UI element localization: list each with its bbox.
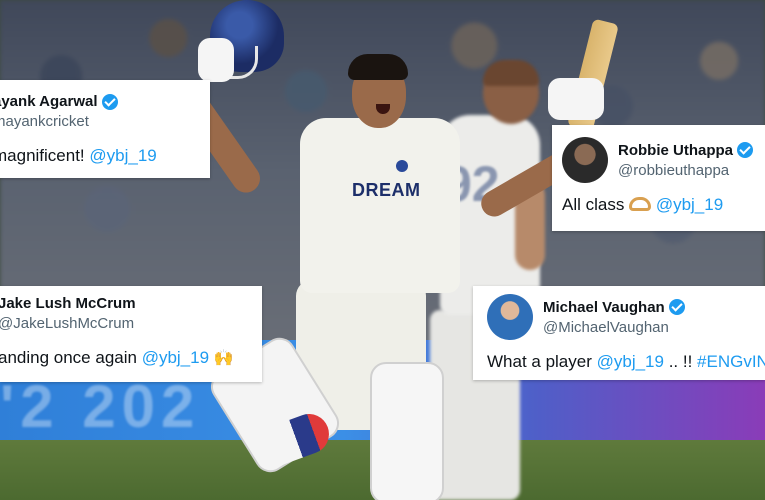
verified-badge-icon (668, 299, 685, 315)
player-right-glove (548, 78, 604, 120)
tweet-card-jake[interactable]: Jake Lush McCrum @JakeLushMcCrum anding … (0, 286, 262, 382)
player-right-pad (370, 362, 444, 500)
photo-background: '2 202 92 DREAM (0, 0, 765, 500)
player-shirt (300, 118, 460, 293)
tweet-author-name: Michael Vaughan (543, 299, 685, 316)
player-hair (348, 54, 408, 80)
tweet-text: All class @ybj_19 (562, 195, 765, 215)
author-name-text: ayank Agarwal (0, 93, 98, 110)
tweet-text-part: anding once again (0, 348, 142, 367)
verified-badge-icon (101, 93, 118, 110)
tweet-card-vaughan[interactable]: Michael Vaughan @MichaelVaughan What a p… (473, 286, 765, 380)
mention-link[interactable]: @ybj_19 (142, 348, 209, 367)
tweet-text-part: magnificent! (0, 146, 90, 165)
mention-link[interactable]: @ybj_19 (656, 195, 723, 214)
bg-player-hair (483, 60, 539, 86)
tweet-author-name: ayank Agarwal (0, 93, 210, 110)
tweet-text-part: What a player (487, 352, 597, 371)
tweet-handle: @robbieuthappa (618, 161, 730, 179)
avatar-icon[interactable] (562, 137, 608, 183)
heart-hands-emoji-icon (629, 197, 652, 211)
tweet-text: What a player @ybj_19 .. !! #ENGvIN (487, 352, 765, 372)
tweet-handle: @MichaelVaughan (543, 318, 669, 336)
tweet-author-name: Robbie Uthappa (618, 142, 753, 159)
tweet-text-part: All class (562, 195, 630, 214)
tweet-text: magnificent! @ybj_19 (0, 146, 210, 166)
author-name-text: Michael Vaughan (543, 298, 665, 316)
bcci-logo (396, 160, 408, 172)
verified-badge-icon (737, 142, 753, 158)
tweet-text: anding once again @ybj_19 🙌 (0, 348, 262, 368)
author-name-text: Robbie Uthappa (618, 141, 733, 159)
tweet-card-robbie[interactable]: Robbie Uthappa @robbieuthappa All class … (552, 125, 765, 231)
tweet-handle: mayankcricket (0, 113, 89, 130)
avatar-icon[interactable] (487, 294, 533, 340)
player-left-glove (198, 38, 234, 82)
author-name-text: Jake Lush McCrum (0, 295, 136, 312)
tweet-author-name: Jake Lush McCrum (0, 295, 262, 312)
shirt-sponsor: DREAM (352, 180, 421, 200)
mention-link[interactable]: @ybj_19 (89, 146, 156, 165)
tweet-card-mayank[interactable]: ayank Agarwal mayankcricket magnificent!… (0, 80, 210, 178)
raised-hands-emoji-icon: 🙌 (213, 350, 234, 367)
mention-link[interactable]: @ybj_19 (597, 352, 664, 371)
tweet-text-part: .. !! (663, 352, 698, 371)
hashtag-link[interactable]: #ENGvIN (697, 352, 765, 371)
tweet-handle: @JakeLushMcCrum (0, 315, 135, 332)
